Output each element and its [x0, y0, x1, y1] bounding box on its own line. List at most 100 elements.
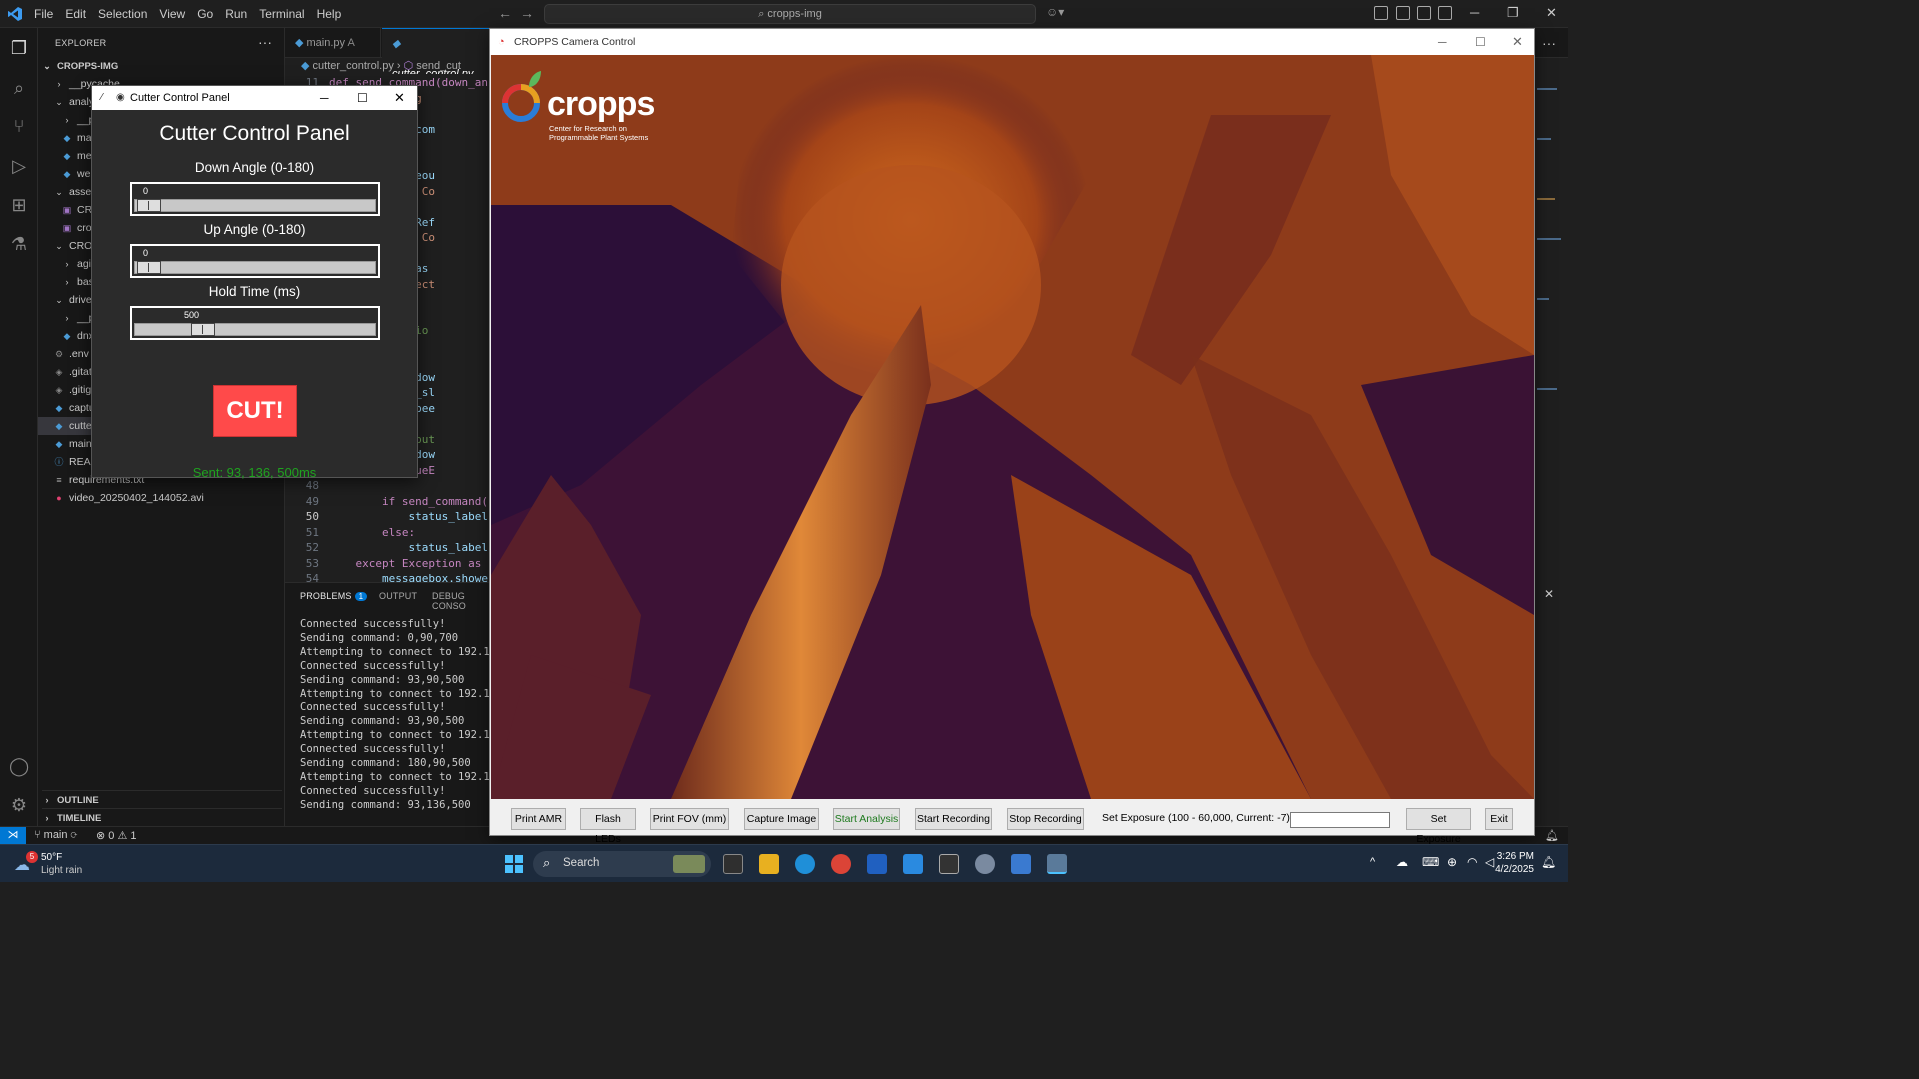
exposure-input[interactable]: [1290, 812, 1390, 828]
keyboard-icon[interactable]: ⌨: [1422, 855, 1439, 869]
menu-help[interactable]: Help: [317, 7, 342, 21]
more-actions-icon[interactable]: ···: [1542, 35, 1556, 51]
menu-terminal[interactable]: Terminal: [259, 7, 304, 21]
close-panel-icon[interactable]: ✕: [1544, 587, 1554, 601]
onedrive-icon[interactable]: ☁: [1396, 855, 1408, 869]
back-arrow-icon[interactable]: ←: [498, 5, 512, 21]
vscode-taskbar-icon[interactable]: [903, 854, 923, 874]
breadcrumb-file[interactable]: cutter_control.py: [313, 60, 394, 72]
toggle-sidebar-icon[interactable]: [1396, 6, 1410, 20]
tab-output[interactable]: OUTPUT: [379, 591, 417, 601]
up-angle-trough[interactable]: [134, 261, 376, 274]
clock-time[interactable]: 3:26 PM: [1494, 851, 1534, 862]
minimize-icon[interactable]: ─: [1438, 29, 1447, 55]
settings-taskbar-icon[interactable]: [975, 854, 995, 874]
menu-file[interactable]: File: [34, 7, 53, 21]
python-file-icon: ◆: [392, 38, 401, 50]
store-icon[interactable]: [867, 854, 887, 874]
restore-icon[interactable]: ❐: [1507, 5, 1519, 21]
stop-recording-button[interactable]: Stop Recording: [1007, 808, 1084, 830]
menu-view[interactable]: View: [159, 7, 185, 21]
chevron-up-icon[interactable]: ^: [1370, 856, 1375, 868]
up-angle-thumb[interactable]: [137, 261, 161, 274]
globe-icon[interactable]: ⊕: [1447, 855, 1457, 869]
tab-problems[interactable]: PROBLEMS 1: [300, 591, 368, 601]
minimize-icon[interactable]: ─: [1470, 5, 1479, 20]
command-center[interactable]: ⌕ cropps-img: [544, 4, 1036, 24]
start-analysis-button[interactable]: Start Analysis: [833, 808, 900, 830]
camera-feed[interactable]: cropps Center for Research on Programmab…: [491, 55, 1534, 799]
camera-app-taskbar-icon[interactable]: [1047, 854, 1067, 874]
windows-start-icon[interactable]: [505, 855, 523, 873]
hold-time-thumb[interactable]: [191, 323, 215, 336]
menu-go[interactable]: Go: [197, 7, 213, 21]
accounts-icon[interactable]: ◯: [9, 756, 29, 776]
down-angle-thumb[interactable]: [137, 199, 161, 212]
breadcrumb-symbol[interactable]: send_cut: [416, 60, 461, 72]
problems-indicator[interactable]: ⊗ 0 ⚠ 1: [96, 829, 137, 842]
toggle-secondary-sidebar-icon[interactable]: [1438, 6, 1452, 20]
weather-widget[interactable]: ☁ 5 50°F Light rain: [14, 851, 124, 879]
python-app-icon[interactable]: [1011, 854, 1031, 874]
close-icon[interactable]: ✕: [394, 86, 405, 110]
menu-selection[interactable]: Selection: [98, 7, 147, 21]
task-view-icon[interactable]: [723, 854, 743, 874]
print-amr-button[interactable]: Print AMR: [511, 808, 566, 830]
timeline-section[interactable]: › TIMELINE: [42, 808, 282, 826]
menu-run[interactable]: Run: [225, 7, 247, 21]
outline-section[interactable]: › OUTLINE: [42, 790, 282, 808]
menu-edit[interactable]: Edit: [65, 7, 86, 21]
menu-bar: File Edit Selection View Go Run Terminal…: [34, 0, 353, 28]
forward-arrow-icon[interactable]: →: [520, 5, 534, 21]
extensions-icon[interactable]: ⊞: [9, 195, 29, 215]
down-angle-trough[interactable]: [134, 199, 376, 212]
cut-button[interactable]: CUT!: [213, 385, 297, 437]
maximize-icon[interactable]: ☐: [357, 86, 368, 110]
close-icon[interactable]: ✕: [1512, 29, 1523, 55]
capture-image-button[interactable]: Capture Image: [744, 808, 819, 830]
feather-icon: ⁄: [101, 92, 103, 103]
testing-icon[interactable]: ⚗: [9, 234, 29, 254]
tree-item[interactable]: ● video_20250402_144052.avi: [38, 489, 284, 507]
taskbar-search-box[interactable]: ⌕ Search: [533, 851, 711, 877]
clock-date[interactable]: 4/2/2025: [1488, 864, 1534, 875]
set-exposure-button[interactable]: Set Exposure: [1406, 808, 1471, 845]
workspace-root[interactable]: ⌄ CROPPS-IMG: [42, 57, 282, 75]
cropps-logo: cropps Center for Research on Programmab…: [499, 67, 679, 147]
source-control-icon[interactable]: ⑂: [9, 116, 29, 136]
tab-main-py[interactable]: ◆ main.py A: [285, 28, 381, 58]
run-debug-icon[interactable]: ▷: [9, 156, 29, 176]
hold-time-trough[interactable]: [134, 323, 376, 336]
tab-cutter-control-py[interactable]: ◆ cutter_control.py: [382, 28, 494, 80]
wifi-icon[interactable]: ◠: [1467, 855, 1477, 869]
minimap[interactable]: [1535, 58, 1568, 578]
customize-layout-icon[interactable]: [1374, 6, 1388, 20]
remote-indicator-icon[interactable]: ⋊: [0, 827, 26, 844]
start-recording-button[interactable]: Start Recording: [915, 808, 992, 830]
up-angle-slider[interactable]: 0: [130, 244, 380, 278]
search-icon[interactable]: ⌕: [9, 78, 29, 98]
down-angle-slider[interactable]: 0: [130, 182, 380, 216]
toggle-panel-icon[interactable]: [1417, 6, 1431, 20]
explorer-icon[interactable]: ❐: [9, 38, 29, 58]
notifications-icon[interactable]: 🔔︎: [1545, 829, 1559, 842]
chrome-icon[interactable]: [831, 854, 851, 874]
notification-bell-icon[interactable]: 🔔︎: [1541, 855, 1556, 869]
tab-debug-console[interactable]: DEBUG CONSO: [432, 591, 495, 611]
cropps-logo-text: cropps: [547, 85, 655, 123]
terminal-taskbar-icon[interactable]: [939, 854, 959, 874]
edge-icon[interactable]: [795, 854, 815, 874]
maximize-icon[interactable]: ☐: [1475, 29, 1486, 55]
file-explorer-icon[interactable]: [759, 854, 779, 874]
exit-button[interactable]: Exit: [1485, 808, 1513, 830]
settings-gear-icon[interactable]: ⚙: [9, 795, 29, 815]
more-actions-icon[interactable]: ···: [258, 34, 272, 50]
print-fov-button[interactable]: Print FOV (mm): [650, 808, 729, 830]
close-icon[interactable]: ✕: [1546, 5, 1557, 21]
branch-indicator[interactable]: ⑂ main ⟳: [34, 829, 77, 841]
copilot-icon[interactable]: ☺▾: [1046, 5, 1064, 19]
hold-time-slider[interactable]: 500: [130, 306, 380, 340]
minimize-icon[interactable]: ─: [320, 86, 329, 110]
terminal-line: Sending command: 93,136,500: [300, 798, 471, 811]
flash-leds-button[interactable]: Flash LEDs: [580, 808, 636, 845]
